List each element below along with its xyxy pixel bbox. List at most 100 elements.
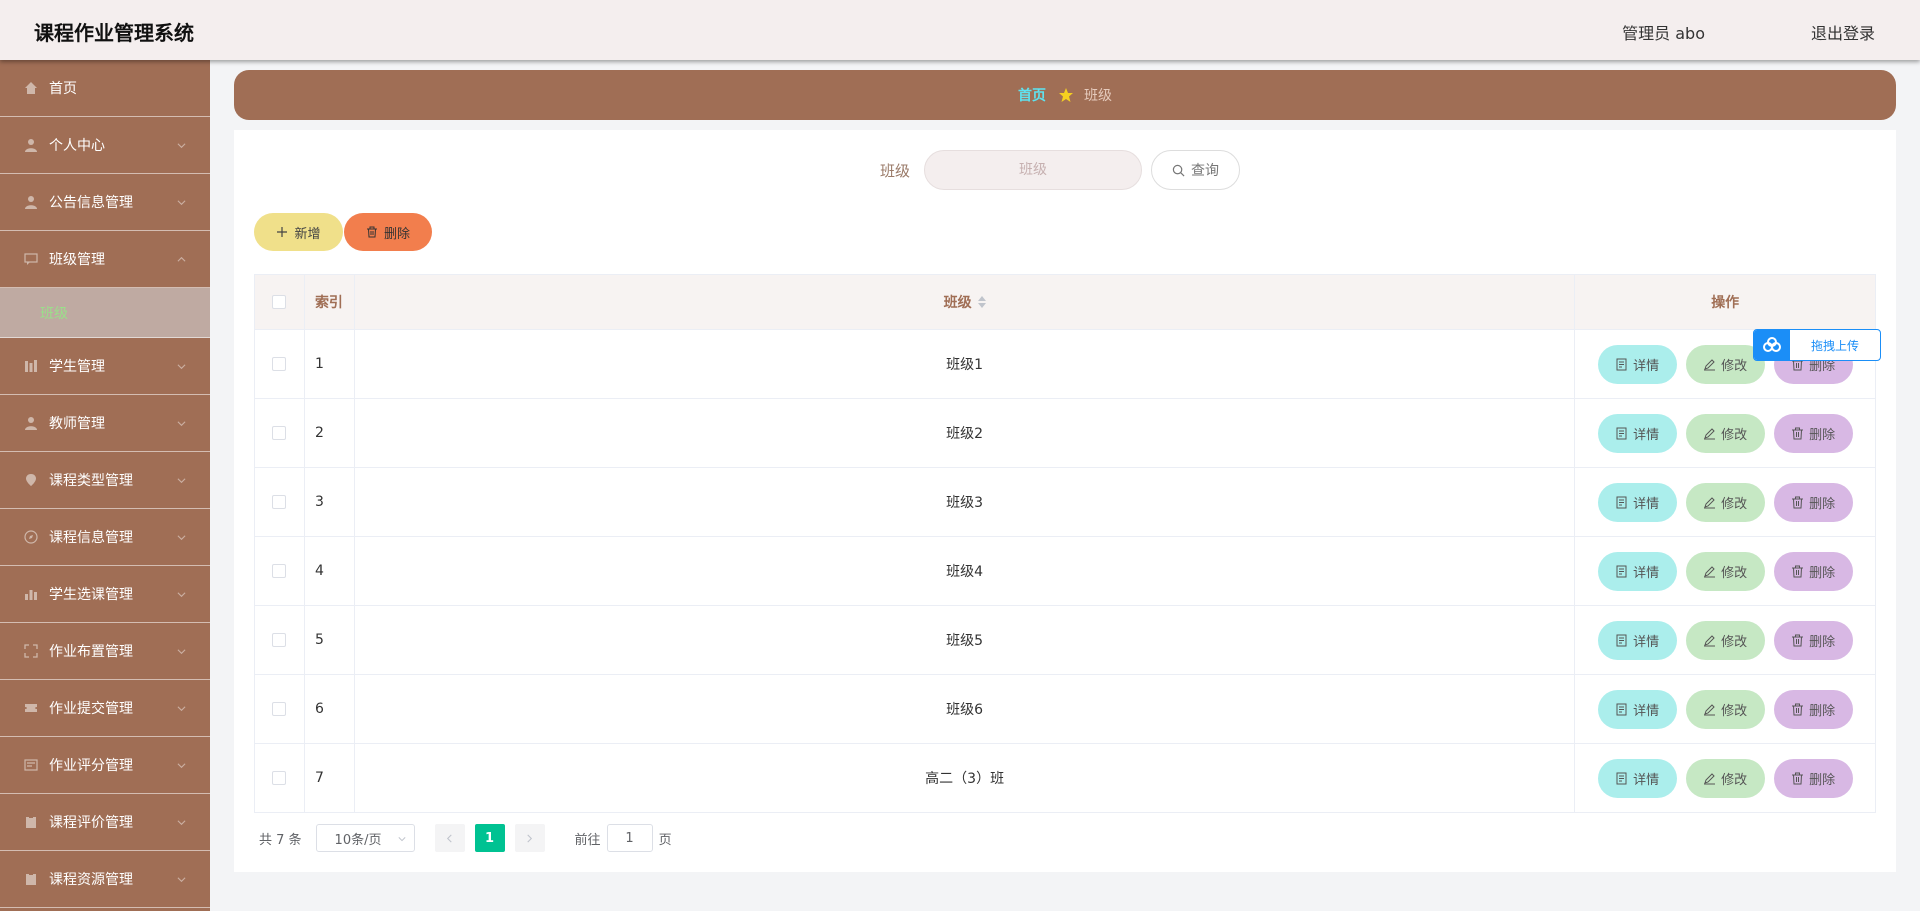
row-class: 班级2: [355, 399, 1576, 467]
detail-button[interactable]: 详情: [1597, 758, 1677, 798]
delete-button[interactable]: 删除: [1773, 689, 1853, 729]
sidebar-item-course-resources[interactable]: 课程资源管理: [0, 851, 210, 908]
prev-page-button[interactable]: [434, 824, 465, 852]
plus-icon: [277, 227, 288, 237]
row-checkbox-cell: [255, 537, 305, 605]
page-size-select[interactable]: 10条/页: [315, 824, 415, 852]
document-icon: [1616, 634, 1627, 646]
detail-button[interactable]: 详情: [1597, 620, 1677, 660]
row-checkbox[interactable]: [272, 633, 287, 647]
row-checkbox-cell: [255, 675, 305, 743]
table-row: 4 班级4 详情 修改 删除: [255, 537, 1875, 606]
cloud-logo-icon: [1754, 330, 1790, 360]
delete-button[interactable]: 删除: [1773, 758, 1853, 798]
add-button[interactable]: 新增: [254, 213, 343, 251]
detail-button[interactable]: 详情: [1597, 344, 1677, 384]
user-icon: [25, 196, 37, 209]
select-all-checkbox[interactable]: [272, 295, 287, 309]
chevron-down-icon: [177, 477, 186, 483]
sidebar-item-course-selection[interactable]: 学生选课管理: [0, 566, 210, 623]
row-actions: 详情 修改 删除: [1575, 468, 1875, 536]
header-ops: 操作: [1711, 295, 1740, 311]
sidebar-item-grading[interactable]: 作业评分管理: [0, 737, 210, 794]
sidebar-item-course-types[interactable]: 课程类型管理: [0, 452, 210, 509]
star-icon: [1059, 88, 1073, 102]
table-row: 7 高二（3）班 详情 修改 删除: [255, 744, 1875, 813]
breadcrumb: 首页 班级: [234, 70, 1896, 120]
row-index: 5: [305, 606, 355, 674]
delete-button-label: 删除: [1809, 496, 1836, 512]
grid-icon: [25, 360, 37, 372]
trash-icon: [1792, 703, 1804, 715]
row-checkbox[interactable]: [272, 564, 287, 578]
sidebar-item-notices[interactable]: 公告信息管理: [0, 174, 210, 231]
sidebar-item-label: 首页: [49, 81, 77, 97]
breadcrumb-home-link[interactable]: 首页: [1018, 85, 1046, 105]
document-icon: [1616, 772, 1627, 784]
app-title: 课程作业管理系统: [34, 21, 194, 45]
detail-button[interactable]: 详情: [1597, 482, 1677, 522]
row-actions: 详情 修改 删除: [1575, 675, 1875, 743]
edit-button[interactable]: 修改: [1685, 551, 1765, 591]
sidebar-item-classes[interactable]: 班级管理: [0, 231, 210, 288]
bulk-delete-button[interactable]: 删除: [344, 213, 432, 251]
sidebar-item-submissions[interactable]: 作业提交管理: [0, 680, 210, 737]
edit-button[interactable]: 修改: [1685, 689, 1765, 729]
edit-button[interactable]: 修改: [1685, 758, 1765, 798]
sidebar-item-profile[interactable]: 个人中心: [0, 117, 210, 174]
goto-page-input[interactable]: [606, 824, 653, 852]
row-checkbox[interactable]: [272, 771, 287, 785]
user-icon: [25, 417, 37, 430]
clipboard-icon: [26, 816, 36, 828]
row-index: 2: [305, 399, 355, 467]
sort-icon[interactable]: [977, 296, 986, 308]
header-class[interactable]: 班级: [355, 275, 1576, 329]
detail-button[interactable]: 详情: [1597, 689, 1677, 729]
top-bar: 课程作业管理系统 管理员 abo 退出登录: [0, 0, 1920, 60]
row-checkbox[interactable]: [272, 495, 287, 509]
table-row: 3 班级3 详情 修改 删除: [255, 468, 1875, 537]
delete-button[interactable]: 删除: [1773, 551, 1853, 591]
row-checkbox[interactable]: [272, 357, 287, 371]
page-size-value: 10条/页: [334, 832, 382, 848]
detail-button[interactable]: 详情: [1597, 413, 1677, 453]
pencil-icon: [1704, 703, 1716, 715]
search-label: 班级: [880, 162, 911, 180]
document-icon: [1616, 565, 1627, 577]
query-button[interactable]: 查询: [1151, 150, 1240, 190]
class-search-input[interactable]: [924, 150, 1142, 190]
edit-button[interactable]: 修改: [1685, 413, 1765, 453]
chevron-down-icon: [177, 142, 186, 148]
chevron-down-icon: [177, 420, 186, 426]
next-page-button[interactable]: [514, 824, 545, 852]
fullscreen-icon: [24, 644, 38, 658]
row-checkbox[interactable]: [272, 702, 287, 716]
edit-button-label: 修改: [1721, 772, 1748, 788]
sidebar-item-teachers[interactable]: 教师管理: [0, 395, 210, 452]
delete-button[interactable]: 删除: [1773, 482, 1853, 522]
page-number-current[interactable]: 1: [474, 824, 505, 852]
edit-button[interactable]: 修改: [1685, 482, 1765, 522]
delete-button-label: 删除: [1809, 634, 1836, 650]
pencil-icon: [1704, 565, 1716, 577]
sidebar-subitem-class[interactable]: 班级: [0, 288, 210, 338]
sidebar-item-course-reviews[interactable]: 课程评价管理: [0, 794, 210, 851]
edit-button[interactable]: 修改: [1685, 620, 1765, 660]
delete-button[interactable]: 删除: [1773, 620, 1853, 660]
table-header-row: 索引 班级 操作: [255, 275, 1875, 330]
chevron-left-icon: [446, 834, 452, 842]
breadcrumb-current: 班级: [1084, 88, 1112, 104]
sidebar-item-label: 课程信息管理: [49, 530, 133, 546]
sidebar-item-home[interactable]: 首页: [0, 60, 210, 117]
logout-button[interactable]: 退出登录: [1811, 20, 1875, 44]
sidebar-item-assignments[interactable]: 作业布置管理: [0, 623, 210, 680]
clipboard-icon: [26, 873, 36, 885]
sidebar-item-students[interactable]: 学生管理: [0, 338, 210, 395]
sidebar-item-course-info[interactable]: 课程信息管理: [0, 509, 210, 566]
header-class-label: 班级: [943, 295, 972, 311]
row-checkbox[interactable]: [272, 426, 287, 440]
detail-button[interactable]: 详情: [1597, 551, 1677, 591]
drag-upload-widget[interactable]: 拖拽上传: [1753, 329, 1881, 361]
delete-button[interactable]: 删除: [1773, 413, 1853, 453]
chevron-down-icon: [398, 837, 406, 842]
